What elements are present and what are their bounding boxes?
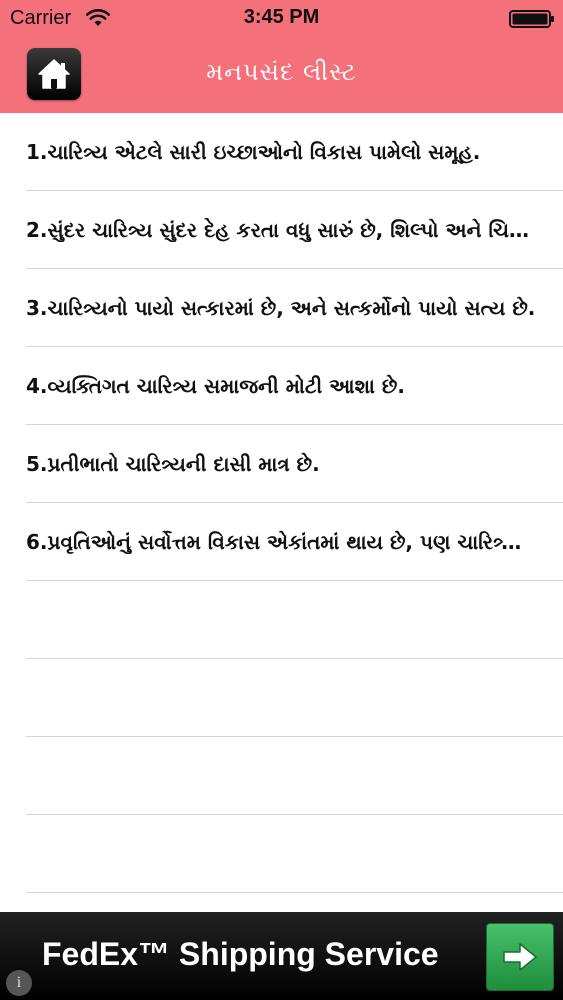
favorites-list: 1.ચારિત્ર્ય એટલે સારી ઇચ્છાઓનો વિકાસ પામ… — [0, 113, 563, 912]
status-bar: Carrier 3:45 PM — [0, 0, 563, 38]
empty-row — [26, 815, 563, 893]
list-item-label: 1.ચારિત્ર્ય એટલે સારી ઇચ્છાઓનો વિકાસ પામ… — [26, 139, 481, 164]
info-icon[interactable]: i — [6, 970, 32, 996]
list-item-label: 5.પ્રતીભાતો ચારિત્ર્યની દાસી માત્ર છે. — [26, 451, 320, 476]
empty-row — [26, 737, 563, 815]
list-item[interactable]: 5.પ્રતીભાતો ચારિત્ર્યની દાસી માત્ર છે. — [26, 425, 563, 503]
list-item-label: 6.પ્રવૃતિઓનું સર્વોત્તમ વિકાસ એકાંતમાં થ… — [26, 529, 536, 554]
page-title: મનપસંદ લીસ્ટ — [206, 58, 357, 86]
list-item-label: 2.સુંદર ચારિત્ર્ય સુંદર દેહ કરતા વધુ સાર… — [26, 217, 536, 242]
list-item-label: 3.ચારિત્ર્યનો પાયો સત્કારમાં છે, અને સત્… — [26, 295, 536, 320]
list-item[interactable]: 6.પ્રવૃતિઓનું સર્વોત્તમ વિકાસ એકાંતમાં થ… — [26, 503, 563, 581]
list-item[interactable]: 2.સુંદર ચારિત્ર્ય સુંદર દેહ કરતા વધુ સાર… — [26, 191, 563, 269]
ad-arrow-button[interactable] — [486, 923, 554, 991]
arrow-right-icon — [503, 943, 537, 971]
battery-icon — [509, 10, 554, 28]
list-item[interactable]: 1.ચારિત્ર્ય એટલે સારી ઇચ્છાઓનો વિકાસ પામ… — [26, 113, 563, 191]
empty-row — [26, 659, 563, 737]
list-item-label: 4.વ્યક્તિગત ચારિત્ર્ય સમાજની મોટી આશા છે… — [26, 373, 405, 398]
list-item[interactable]: 4.વ્યક્તિગત ચારિત્ર્ય સમાજની મોટી આશા છે… — [26, 347, 563, 425]
ad-text: FedEx™ Shipping Service — [42, 936, 439, 972]
empty-row — [26, 581, 563, 659]
status-time: 3:45 PM — [243, 6, 320, 28]
ad-banner[interactable]: FedEx™ Shipping Service — [0, 912, 563, 1000]
navigation-bar: મનપસંદ લીસ્ટ — [0, 38, 563, 113]
app-screen: Carrier 3:45 PM મનપસંદ લીસ્ટ 1.ચારિત્ર્ય… — [0, 0, 563, 1000]
list-item[interactable]: 3.ચારિત્ર્યનો પાયો સત્કારમાં છે, અને સત્… — [26, 269, 563, 347]
